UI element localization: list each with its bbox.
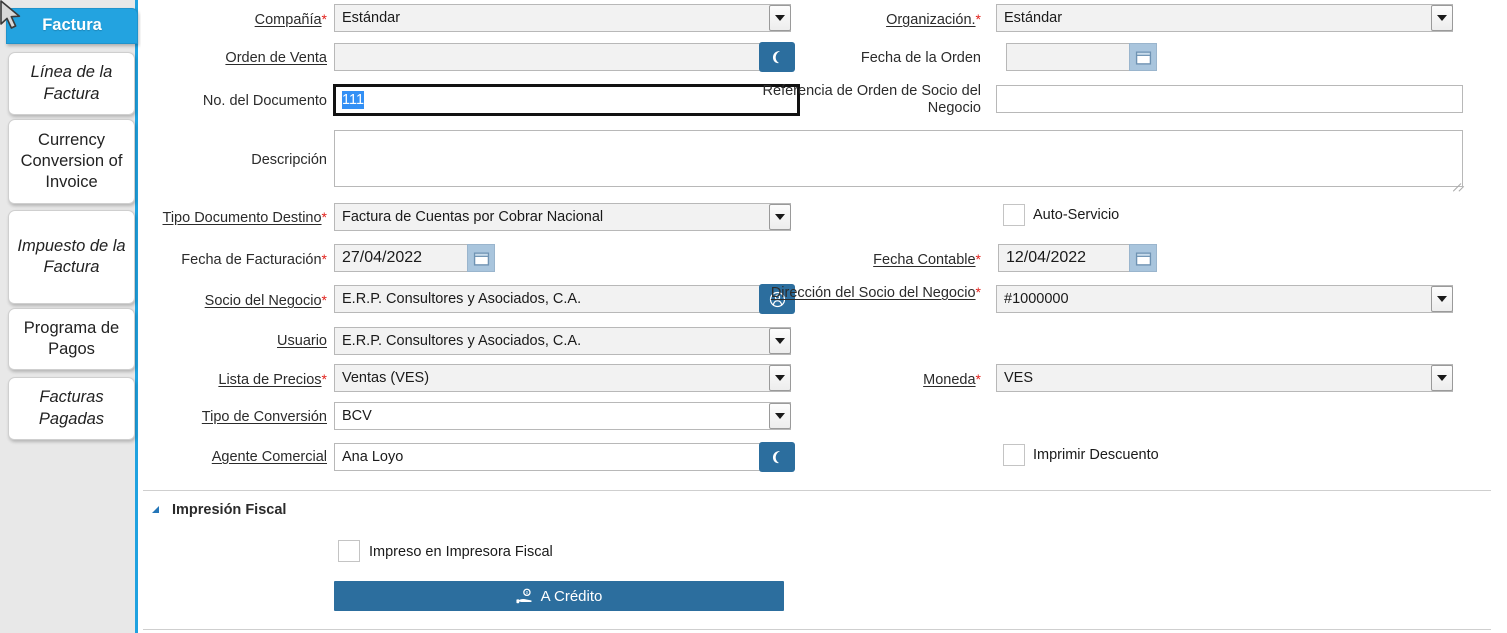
field-compania-value: Estándar: [342, 10, 400, 26]
section-divider-bottom: [143, 629, 1491, 630]
field-no-del-documento[interactable]: 111: [334, 85, 799, 115]
section-title-impresion-fiscal: Impresión Fiscal: [172, 502, 286, 518]
chevron-down-icon-organizacion[interactable]: [1431, 5, 1453, 31]
sidebar-tab-label: Facturas Pagadas: [15, 387, 128, 429]
sidebar-tab-linea-de-la-factura[interactable]: Línea de la Factura: [8, 52, 135, 115]
field-moneda-value: VES: [1004, 370, 1033, 386]
field-direccion-socio-negocio-value: #1000000: [1004, 291, 1069, 307]
section-divider-top: [143, 490, 1491, 491]
chevron-down-icon-moneda[interactable]: [1431, 365, 1453, 391]
sidebar-tab-impuesto-de-la-factura[interactable]: Impuesto de la Factura: [8, 210, 135, 304]
label-imprimir-descuento: Imprimir Descuento: [1033, 444, 1159, 466]
label-tipo-de-conversion: Tipo de Conversión: [141, 409, 327, 426]
a-credito-button[interactable]: 0 A Crédito: [334, 581, 784, 611]
label-auto-servicio: Auto-Servicio: [1033, 204, 1119, 226]
field-organizacion-value: Estándar: [1004, 10, 1062, 26]
field-tipo-de-conversion-value: BCV: [342, 408, 372, 424]
label-fecha-de-la-orden: Fecha de la Orden: [821, 50, 981, 67]
sidebar-tab-label: Impuesto de la Factura: [15, 236, 128, 278]
field-tipo-de-conversion[interactable]: BCV: [334, 402, 791, 430]
field-moneda[interactable]: VES: [996, 364, 1453, 392]
sidebar-tab-label: Línea de la Factura: [15, 62, 128, 104]
label-referencia-orden-socio: Referencia de Orden de Socio del Negocio: [761, 83, 981, 117]
field-usuario-value: E.R.P. Consultores y Asociados, C.A.: [342, 333, 581, 349]
checkbox-imprimir-descuento[interactable]: [1003, 444, 1025, 466]
label-direccion-socio-negocio: Dirección del Socio del Negocio*: [761, 284, 981, 302]
mouse-cursor-icon: [0, 0, 26, 34]
cash-hand-icon: 0: [516, 588, 536, 605]
field-socio-del-negocio[interactable]: E.R.P. Consultores y Asociados, C.A.: [334, 285, 772, 313]
field-fecha-facturacion-value: 27/04/2022: [342, 249, 422, 267]
field-fecha-de-la-orden[interactable]: [1006, 43, 1141, 71]
field-lista-de-precios-value: Ventas (VES): [342, 370, 429, 386]
sidebar-tabs: Factura Línea de la Factura Currency Con…: [0, 0, 138, 633]
lookup-icon-agente-comercial[interactable]: [759, 442, 795, 472]
chevron-collapse-icon-impresion-fiscal[interactable]: [152, 506, 159, 513]
label-impreso-en-impresora-fiscal: Impreso en Impresora Fiscal: [369, 541, 553, 563]
field-tipo-documento-destino-value: Factura de Cuentas por Cobrar Nacional: [342, 209, 603, 225]
label-organizacion: Organización.*: [821, 11, 981, 29]
label-moneda: Moneda*: [821, 371, 981, 389]
sidebar-tab-facturas-pagadas[interactable]: Facturas Pagadas: [8, 377, 135, 440]
field-fecha-facturacion[interactable]: 27/04/2022: [334, 244, 469, 272]
field-compania[interactable]: Estándar: [334, 4, 791, 32]
chevron-down-icon-tipo-de-conversion[interactable]: [769, 403, 791, 429]
calendar-icon-fecha-contable[interactable]: [1129, 244, 1157, 272]
invoice-form-window: Factura Línea de la Factura Currency Con…: [0, 0, 1507, 633]
checkbox-auto-servicio[interactable]: [1003, 204, 1025, 226]
sidebar-tab-label: Factura: [42, 15, 102, 36]
label-fecha-contable: Fecha Contable*: [821, 251, 981, 269]
sidebar-tab-programa-de-pagos[interactable]: Programa de Pagos: [8, 308, 135, 370]
chevron-down-icon-usuario[interactable]: [769, 328, 791, 354]
field-direccion-socio-negocio[interactable]: #1000000: [996, 285, 1453, 313]
field-no-del-documento-value: 111: [342, 91, 364, 109]
label-descripcion: Descripción: [141, 152, 327, 169]
field-agente-comercial-value: Ana Loyo: [342, 449, 403, 465]
field-lista-de-precios[interactable]: Ventas (VES): [334, 364, 791, 392]
label-tipo-documento-destino: Tipo Documento Destino*: [141, 209, 327, 227]
calendar-icon-fecha-de-la-orden[interactable]: [1129, 43, 1157, 71]
field-tipo-documento-destino[interactable]: Factura de Cuentas por Cobrar Nacional: [334, 203, 791, 231]
chevron-down-icon-direccion-socio[interactable]: [1431, 286, 1453, 312]
a-credito-button-label: A Crédito: [541, 588, 603, 605]
chevron-down-icon-tipo-documento-destino[interactable]: [769, 204, 791, 230]
sidebar-tab-currency-conversion-of-invoice[interactable]: Currency Conversion of Invoice: [8, 119, 135, 204]
label-orden-de-venta: Orden de Venta: [141, 50, 327, 67]
field-usuario[interactable]: E.R.P. Consultores y Asociados, C.A.: [334, 327, 791, 355]
sidebar-tab-label: Currency Conversion of Invoice: [15, 130, 128, 193]
field-socio-del-negocio-value: E.R.P. Consultores y Asociados, C.A.: [342, 291, 581, 307]
chevron-down-icon-compania[interactable]: [769, 5, 791, 31]
label-socio-del-negocio: Socio del Negocio*: [141, 292, 327, 310]
chevron-down-icon-lista-de-precios[interactable]: [769, 365, 791, 391]
label-no-del-documento: No. del Documento: [141, 93, 327, 110]
sidebar-tab-label: Programa de Pagos: [15, 318, 128, 360]
field-fecha-contable-value: 12/04/2022: [1006, 249, 1086, 267]
field-orden-de-venta[interactable]: [334, 43, 772, 71]
lookup-icon-orden-de-venta[interactable]: [759, 42, 795, 72]
field-referencia-orden-socio[interactable]: [996, 85, 1463, 113]
label-agente-comercial: Agente Comercial: [141, 449, 327, 466]
checkbox-impreso-en-impresora-fiscal[interactable]: [338, 540, 360, 562]
label-fecha-facturacion: Fecha de Facturación*: [141, 251, 327, 269]
field-descripcion[interactable]: [334, 130, 1463, 187]
form-panel: Compañía* Estándar Organización.* Estánd…: [141, 0, 1507, 633]
field-agente-comercial[interactable]: Ana Loyo: [334, 443, 772, 471]
label-compania: Compañía*: [141, 11, 327, 29]
label-lista-de-precios: Lista de Precios*: [141, 371, 327, 389]
label-usuario: Usuario: [141, 333, 327, 350]
field-fecha-contable[interactable]: 12/04/2022: [998, 244, 1133, 272]
calendar-icon-fecha-facturacion[interactable]: [467, 244, 495, 272]
field-organizacion[interactable]: Estándar: [996, 4, 1453, 32]
resize-handle-icon[interactable]: [1449, 173, 1461, 185]
